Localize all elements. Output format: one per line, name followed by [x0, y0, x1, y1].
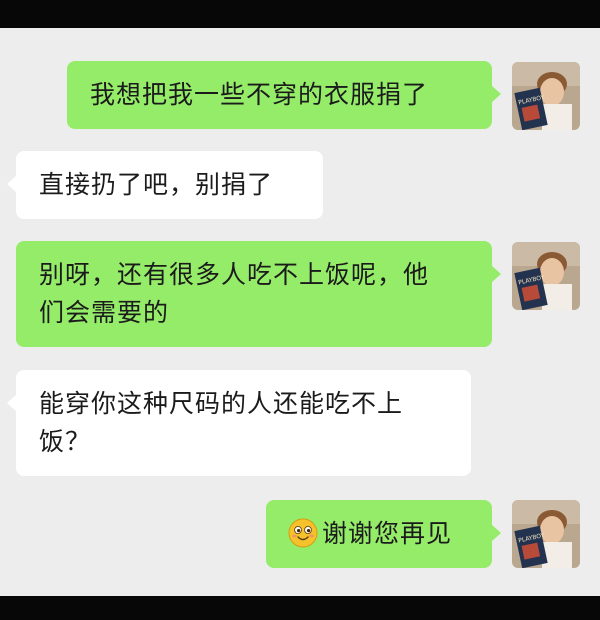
received-message-bubble[interactable]: 直接扔了吧，别捐了: [7, 151, 323, 219]
message-text: 谢谢您再见: [322, 519, 453, 548]
bottom-black-bar: [0, 596, 600, 620]
message-text-line: 别呀，还有很多人吃不上饭呢，他: [39, 260, 430, 289]
sent-message-bubble[interactable]: 我想把我一些不穿的衣服捐了: [67, 61, 501, 129]
avatar-image: PLAYBOY: [512, 500, 580, 568]
message-text: 我想把我一些不穿的衣服捐了: [90, 80, 429, 109]
message-text-line: 们会需要的: [39, 298, 170, 327]
received-message-bubble[interactable]: 能穿你这种尺码的人还能吃不上 饭？: [7, 370, 471, 476]
sent-message-bubble[interactable]: 别呀，还有很多人吃不上饭呢，他 们会需要的: [16, 241, 501, 347]
top-black-bar: [0, 0, 600, 28]
message-text-line: 饭？: [39, 427, 92, 456]
sent-message-bubble[interactable]: 谢谢您再见: [266, 500, 501, 568]
avatar-image: PLAYBOY: [512, 62, 580, 130]
avatar-image: PLAYBOY: [512, 242, 580, 310]
message-text: 直接扔了吧，别捐了: [39, 170, 274, 199]
smiling-face-emoji-icon: [288, 518, 318, 548]
avatar[interactable]: PLAYBOY: [512, 242, 580, 310]
message-text-line: 能穿你这种尺码的人还能吃不上: [39, 389, 404, 418]
avatar[interactable]: PLAYBOY: [512, 500, 580, 568]
avatar[interactable]: PLAYBOY: [512, 62, 580, 130]
